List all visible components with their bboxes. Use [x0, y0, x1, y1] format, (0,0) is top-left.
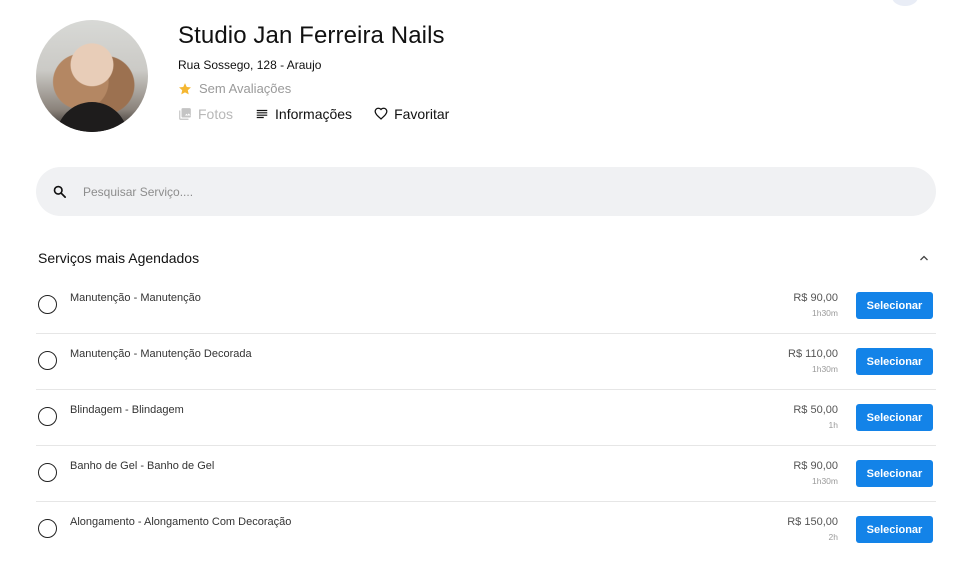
service-list: Manutenção - Manutenção R$ 90,00 1h30m S… — [36, 278, 936, 557]
photos-label: Fotos — [198, 106, 234, 122]
service-radio[interactable] — [38, 407, 57, 426]
favorite-button[interactable]: Favoritar — [374, 106, 449, 122]
star-icon — [179, 82, 191, 94]
service-price: R$ 90,00 — [793, 292, 838, 304]
service-price: R$ 90,00 — [793, 460, 838, 472]
search-bar[interactable] — [36, 167, 936, 216]
service-row: Manutenção - Manutenção R$ 90,00 1h30m S… — [36, 278, 936, 334]
select-button[interactable]: Selecionar — [856, 292, 933, 319]
service-name: Alongamento - Alongamento Com Decoração — [70, 516, 292, 528]
service-row: Banho de Gel - Banho de Gel R$ 90,00 1h3… — [36, 446, 936, 502]
service-duration: 1h30m — [812, 308, 838, 318]
service-row: Blindagem - Blindagem R$ 50,00 1h Seleci… — [36, 390, 936, 446]
service-name: Manutenção - Manutenção — [70, 292, 201, 304]
service-price: R$ 110,00 — [788, 348, 838, 360]
chevron-up-icon[interactable] — [917, 252, 931, 264]
service-radio[interactable] — [38, 295, 57, 314]
service-name: Blindagem - Blindagem — [70, 404, 184, 416]
list-icon — [256, 109, 268, 119]
select-button[interactable]: Selecionar — [856, 516, 933, 543]
select-button[interactable]: Selecionar — [856, 460, 933, 487]
service-row: Manutenção - Manutenção Decorada R$ 110,… — [36, 334, 936, 390]
studio-name: Studio Jan Ferreira Nails — [178, 22, 445, 49]
corner-decoration — [892, 0, 918, 6]
avatar — [36, 20, 148, 132]
heart-icon — [374, 107, 388, 120]
info-button[interactable]: Informações — [255, 106, 352, 122]
select-button[interactable]: Selecionar — [856, 348, 933, 375]
service-duration: 2h — [828, 532, 838, 542]
service-duration: 1h30m — [812, 476, 838, 486]
service-price: R$ 150,00 — [787, 516, 838, 528]
studio-address: Rua Sossego, 128 - Araujo — [178, 58, 322, 72]
search-icon — [53, 185, 66, 198]
favorite-label: Favoritar — [394, 106, 450, 122]
select-button[interactable]: Selecionar — [856, 404, 933, 431]
service-name: Manutenção - Manutenção Decorada — [70, 348, 252, 360]
photos-button[interactable]: Fotos — [178, 106, 233, 122]
rating: Sem Avaliações — [178, 81, 291, 96]
search-input[interactable] — [81, 183, 885, 200]
service-duration: 1h — [828, 420, 838, 430]
avatar-body-shape — [56, 102, 128, 132]
service-radio[interactable] — [38, 351, 57, 370]
service-row: Alongamento - Alongamento Com Decoração … — [36, 502, 936, 557]
info-label: Informações — [275, 106, 353, 122]
rating-text: Sem Avaliações — [199, 81, 292, 96]
service-name: Banho de Gel - Banho de Gel — [70, 460, 215, 472]
profile-actions: Fotos Informações Favoritar — [178, 106, 471, 122]
service-radio[interactable] — [38, 519, 57, 538]
service-price: R$ 50,00 — [793, 404, 838, 416]
section-title: Serviços mais Agendados — [38, 250, 200, 266]
service-duration: 1h30m — [812, 364, 838, 374]
service-radio[interactable] — [38, 463, 57, 482]
photos-icon — [179, 108, 191, 120]
